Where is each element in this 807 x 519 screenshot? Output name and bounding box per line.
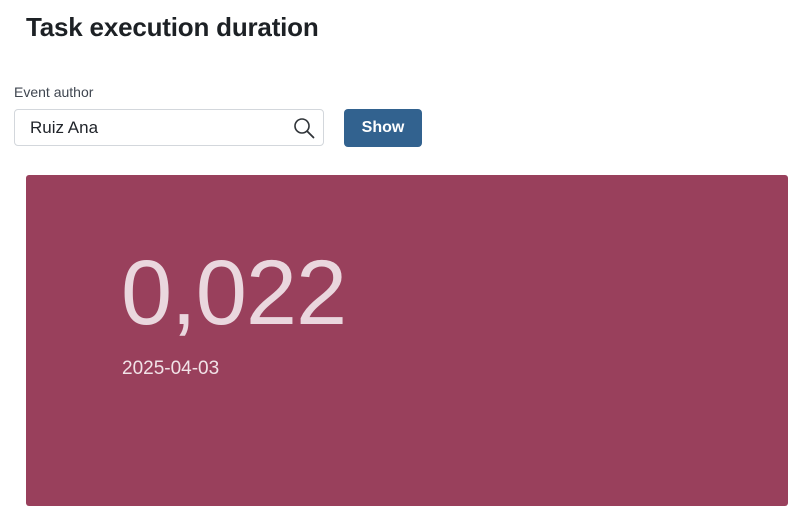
event-author-input[interactable]	[15, 110, 285, 145]
show-button[interactable]: Show	[344, 109, 422, 147]
search-icon[interactable]	[293, 117, 315, 139]
event-author-field[interactable]	[14, 109, 324, 146]
page-title: Task execution duration	[26, 12, 319, 42]
kpi-value: 0,022	[121, 242, 347, 344]
kpi-tile: 0,022 2025-04-03	[26, 175, 788, 506]
event-author-label: Event author	[14, 84, 94, 100]
kpi-date: 2025-04-03	[122, 358, 220, 379]
